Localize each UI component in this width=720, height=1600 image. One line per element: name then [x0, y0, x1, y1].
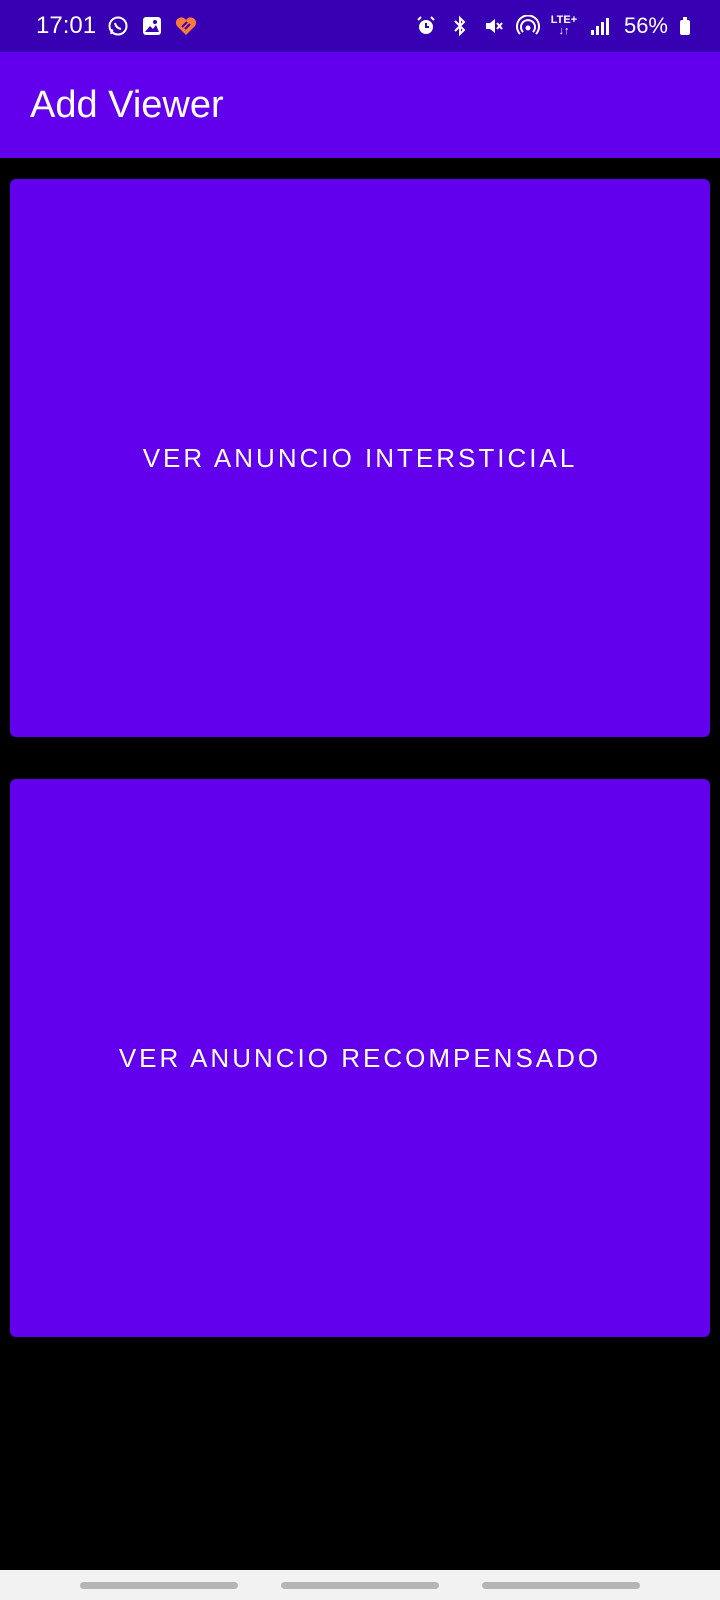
hotspot-icon	[515, 14, 540, 38]
mute-icon	[482, 14, 506, 38]
nav-recents-handle[interactable]	[80, 1581, 238, 1589]
status-bar-right: LTE+ ↓↑ 56%	[414, 13, 692, 39]
status-bar-left: 17:01	[36, 12, 198, 40]
data-arrows-icon: ↓↑	[558, 25, 570, 37]
battery-percent: 56%	[623, 13, 668, 38]
interstitial-ad-button[interactable]: VER ANUNCIO INTERSTICIAL	[10, 179, 710, 737]
heart-app-icon	[174, 14, 198, 38]
bluetooth-icon	[448, 14, 472, 38]
lte-icon: LTE+ ↓↑	[550, 14, 578, 38]
app-title: Add Viewer	[30, 83, 224, 126]
alarm-icon	[414, 14, 438, 38]
rewarded-ad-button[interactable]: VER ANUNCIO RECOMPENSADO	[10, 779, 710, 1337]
app-bar: Add Viewer	[0, 52, 720, 158]
nav-back-handle[interactable]	[482, 1581, 640, 1589]
status-time: 17:01	[36, 12, 97, 39]
nav-home-handle[interactable]	[281, 1581, 439, 1589]
battery-icon	[678, 14, 692, 38]
status-bar: 17:01 LTE+ ↓↑ 56%	[0, 0, 720, 52]
gallery-icon	[140, 14, 164, 38]
navigation-bar	[0, 1570, 720, 1600]
whatsapp-icon	[106, 14, 130, 38]
signal-icon	[588, 14, 612, 38]
